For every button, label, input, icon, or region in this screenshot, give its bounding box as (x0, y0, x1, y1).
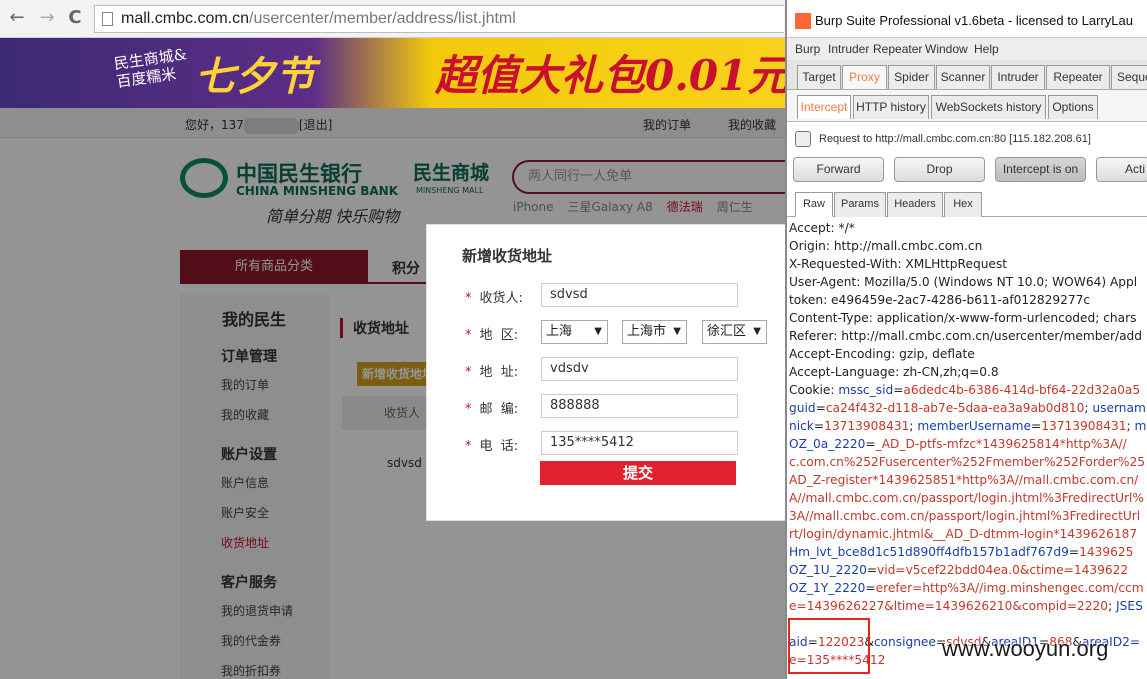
submit-button[interactable]: 提交 (540, 461, 736, 485)
cookie-line: OZ_1Y_2220=erefer=http%3A//img.minshenge… (789, 581, 1144, 595)
tab-hex[interactable]: Hex (944, 192, 982, 217)
request-line: Accept: */* (789, 221, 855, 235)
request-line: Origin: http://mall.cmbc.com.cn (789, 239, 983, 253)
district-select[interactable]: 徐汇区 ▼ (702, 320, 767, 344)
message-view-tabs: Raw Params Headers Hex (787, 190, 1147, 217)
menu-burp[interactable]: Burp (795, 42, 820, 56)
burp-menubar: Burp Intruder Repeater Window Help (787, 38, 1147, 60)
cookie-line: AD_Z-register*1439625851*http%3A//mall.c… (789, 473, 1139, 487)
burp-titlebar: Burp Suite Professional v1.6beta - licen… (787, 0, 1147, 38)
consignee-field[interactable]: sdvsd (541, 283, 738, 307)
tab-scanner[interactable]: Scanner (936, 65, 990, 89)
back-icon[interactable]: ← (6, 8, 28, 28)
tab-proxy[interactable]: Proxy (842, 65, 887, 89)
tab-websockets-history[interactable]: WebSockets history (931, 95, 1046, 119)
cookie-line: Hm_lvt_bce8d1c51d890ff4dfb157b1adf767d9=… (789, 545, 1134, 559)
consignee-label: * 收货人: (465, 291, 523, 306)
request-editor[interactable]: Accept: */* Origin: http://mall.cmbc.com… (787, 219, 1147, 679)
banner-promo: 超值大礼包0.01元 (435, 51, 790, 100)
address-label: * 地 址: (465, 365, 519, 380)
request-line: Accept-Encoding: gzip, deflate (789, 347, 975, 361)
intercept-toggle-button[interactable]: Intercept is on (995, 157, 1086, 182)
request-line: Referer: http://mall.cmbc.com.cn/usercen… (789, 329, 1143, 343)
forward-icon[interactable]: → (36, 8, 58, 28)
menu-repeater[interactable]: Repeater (873, 42, 922, 56)
page-icon (102, 12, 113, 26)
cookie-line: A//mall.cmbc.com.cn/passport/login.jhtml… (789, 491, 1144, 505)
address-field[interactable]: vdsdv (541, 357, 738, 381)
burp-title: Burp Suite Professional v1.6beta - licen… (815, 13, 1133, 28)
burp-main-tabs: Target Proxy Spider Scanner Intruder Rep… (787, 60, 1147, 90)
browser-toolbar: ← → C mall.cmbc.com.cn/usercenter/member… (0, 0, 785, 38)
url-path: /usercenter/member/address/list.jhtml (249, 10, 516, 27)
cookie-line: OZ_1U_2220=vid=v5cef22bdd04ea.0&ctime=14… (789, 563, 1129, 577)
promo-banner[interactable]: 民生商城& 百度糯米 七夕节 超值大礼包0.01元 (0, 38, 789, 108)
chevron-down-icon: ▼ (753, 326, 761, 337)
tab-intercept[interactable]: Intercept (797, 95, 851, 119)
tab-spider[interactable]: Spider (888, 65, 935, 89)
city-select[interactable]: 上海市 ▼ (622, 320, 687, 344)
watermark: www.wooyun.org (942, 636, 1109, 661)
region-label: * 地 区: (465, 328, 519, 343)
menu-window[interactable]: Window (925, 42, 968, 56)
aid-highlight-box (788, 618, 870, 674)
menu-intruder[interactable]: Intruder (828, 42, 869, 56)
request-info: Request to http://mall.cmbc.com.cn:80 [1… (795, 131, 1091, 147)
tab-sequencer[interactable]: Seque (1111, 65, 1147, 89)
chevron-down-icon: ▼ (594, 326, 602, 337)
request-line: User-Agent: Mozilla/5.0 (Windows NT 10.0… (789, 275, 1138, 289)
tab-options[interactable]: Options (1048, 95, 1098, 119)
burp-window: Burp Suite Professional v1.6beta - licen… (785, 0, 1147, 679)
tab-headers[interactable]: Headers (887, 192, 943, 217)
drop-button[interactable]: Drop (894, 157, 985, 182)
tab-params[interactable]: Params (834, 192, 886, 217)
banner-slogan: 民生商城& 百度糯米 (113, 45, 191, 91)
menu-help[interactable]: Help (974, 42, 999, 56)
cookie-line: e=1439626227&ltime=1439626210&compid=222… (789, 599, 1143, 613)
action-button[interactable]: Acti (1096, 157, 1147, 182)
proxy-subtabs: Intercept HTTP history WebSockets histor… (787, 90, 1147, 122)
phone-field[interactable]: 135****5412 (541, 431, 738, 455)
cookie-line: rt/login/dynamic.jhtml&__AD_D-dtmm-login… (789, 527, 1138, 541)
cookie-line: Cookie: mssc_sid=a6dedc4b-6386-414d-bf64… (789, 383, 1141, 397)
address-bar[interactable]: mall.cmbc.com.cn/usercenter/member/addre… (94, 5, 784, 33)
tab-target[interactable]: Target (797, 65, 841, 89)
banner-qixi: 七夕节 (195, 53, 315, 100)
edit-icon[interactable] (795, 131, 811, 147)
zip-label: * 邮 编: (465, 402, 519, 417)
request-line: X-Requested-With: XMLHttpRequest (789, 257, 1008, 271)
burp-logo-icon (795, 13, 811, 29)
cookie-line: guid=ca24f432-d118-ab7e-5daa-ea3a9ab0d81… (789, 401, 1146, 415)
dialog-title: 新增收货地址 (462, 247, 553, 265)
phone-label: * 电 话: (465, 439, 519, 454)
request-line: Content-Type: application/x-www-form-url… (789, 311, 1137, 325)
request-line: token: e496459e-2ac7-4286-b611-af0128292… (789, 293, 1091, 307)
request-line: Accept-Language: zh-CN,zh;q=0.8 (789, 365, 999, 379)
tab-http-history[interactable]: HTTP history (853, 95, 929, 119)
url-domain: mall.cmbc.com.cn (121, 10, 250, 27)
reload-icon[interactable]: C (64, 8, 86, 28)
tab-raw[interactable]: Raw (795, 192, 833, 217)
cookie-line: 3A//mall.cmbc.com.cn/passport/login.jhtm… (789, 509, 1141, 523)
cookie-line: nick=13713908431; memberUsername=1371390… (789, 419, 1147, 433)
add-address-dialog: 新增收货地址 * 收货人: sdvsd * 地 区: 上海 ▼ 上海市 ▼ 徐汇区 ▼ *… (426, 224, 796, 521)
cookie-line: c.com.cn%252Fusercenter%252Fmember%252Fo… (789, 455, 1145, 469)
chevron-down-icon: ▼ (673, 326, 681, 337)
tab-intruder[interactable]: Intruder (991, 65, 1045, 89)
zip-field[interactable]: 888888 (541, 394, 738, 418)
province-select[interactable]: 上海 ▼ (541, 320, 608, 344)
forward-button[interactable]: Forward (793, 157, 884, 182)
cookie-line: OZ_0a_2220=_AD_D-ptfs-mfzc*1439625814*ht… (789, 437, 1127, 451)
tab-repeater[interactable]: Repeater (1046, 65, 1110, 89)
